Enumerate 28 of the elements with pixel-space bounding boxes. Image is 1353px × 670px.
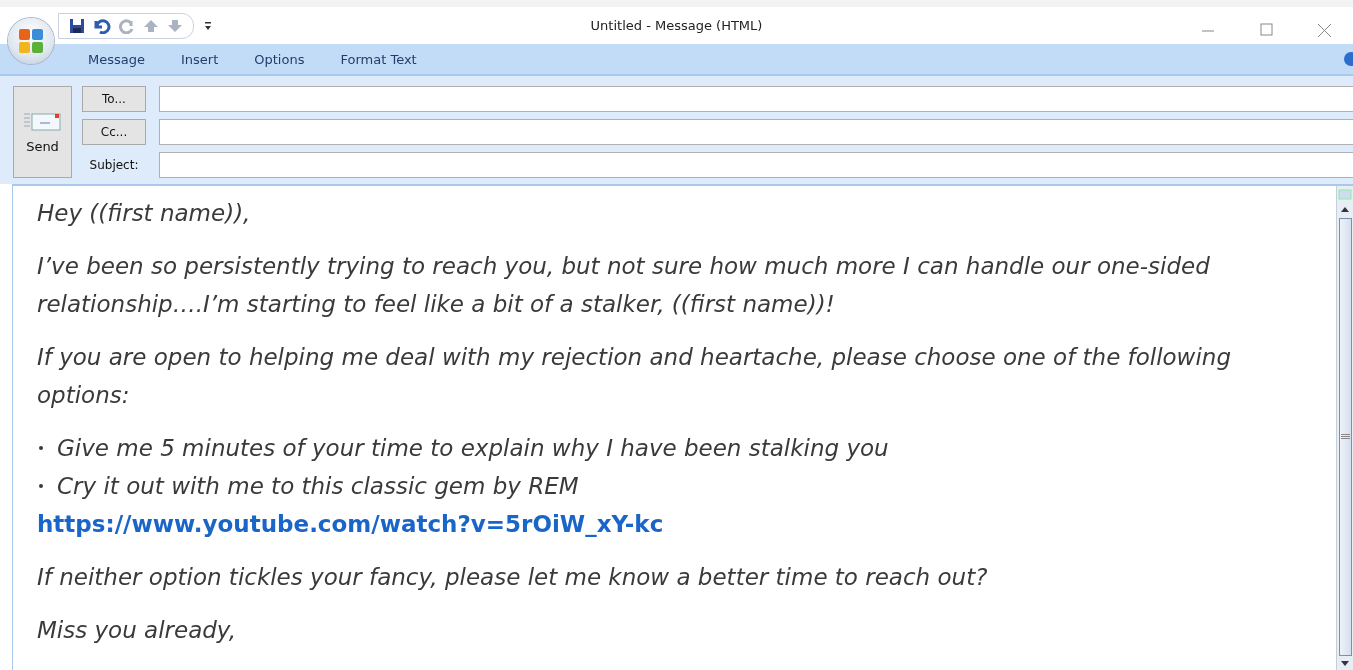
office-button[interactable]	[8, 18, 54, 64]
field-label: Subject:	[88, 158, 140, 172]
envelope-icon	[22, 110, 63, 133]
list-item: Cry it out with me to this classic gem by REM	[57, 472, 579, 501]
redo-icon[interactable]	[119, 17, 135, 34]
office-logo-icon[interactable]	[17, 27, 45, 55]
bullet-icon	[39, 446, 43, 450]
customize-toolbar-icon[interactable]	[204, 20, 212, 31]
ribbon-tab[interactable]: Options	[236, 51, 323, 67]
bullet-icon	[39, 484, 43, 488]
ribbon-tab[interactable]: Insert	[163, 51, 237, 67]
body-paragraph: Miss you already,	[37, 616, 237, 645]
ribbon-tab[interactable]: Message	[70, 51, 163, 67]
send-button[interactable]: Send	[13, 86, 72, 178]
address-button[interactable]: Cc...	[82, 119, 146, 145]
list-item: Give me 5 minutes of your time to explain why I have been stalking you	[57, 434, 889, 463]
body-paragraph: I’ve been so persistently trying to reach you, but not sure how much more I can handle our one-sided relationship….I’m starting to feel like a bit of a stalker, ((first name))!	[37, 252, 1211, 319]
save-icon[interactable]	[69, 17, 85, 34]
up-arrow-icon[interactable]	[143, 18, 159, 33]
address-button[interactable]: To...	[82, 86, 146, 112]
ribbon-tab[interactable]: Format Text	[322, 51, 435, 67]
body-paragraph: If you are open to helping me deal with my rejection and heartache, please choose one of the following options:	[37, 343, 1232, 410]
video-link[interactable]: https://www.youtube.com/watch?v=5rOiW_xY-kc	[37, 505, 664, 543]
down-arrow-icon[interactable]	[167, 18, 183, 33]
body-paragraph: If neither option tickles your fancy, please let me know a better time to reach out?	[37, 563, 989, 592]
body-paragraph: Hey ((first name)),	[37, 199, 252, 228]
undo-icon[interactable]	[93, 17, 111, 34]
window-title: Untitled - Message (HTML)	[590, 18, 763, 33]
